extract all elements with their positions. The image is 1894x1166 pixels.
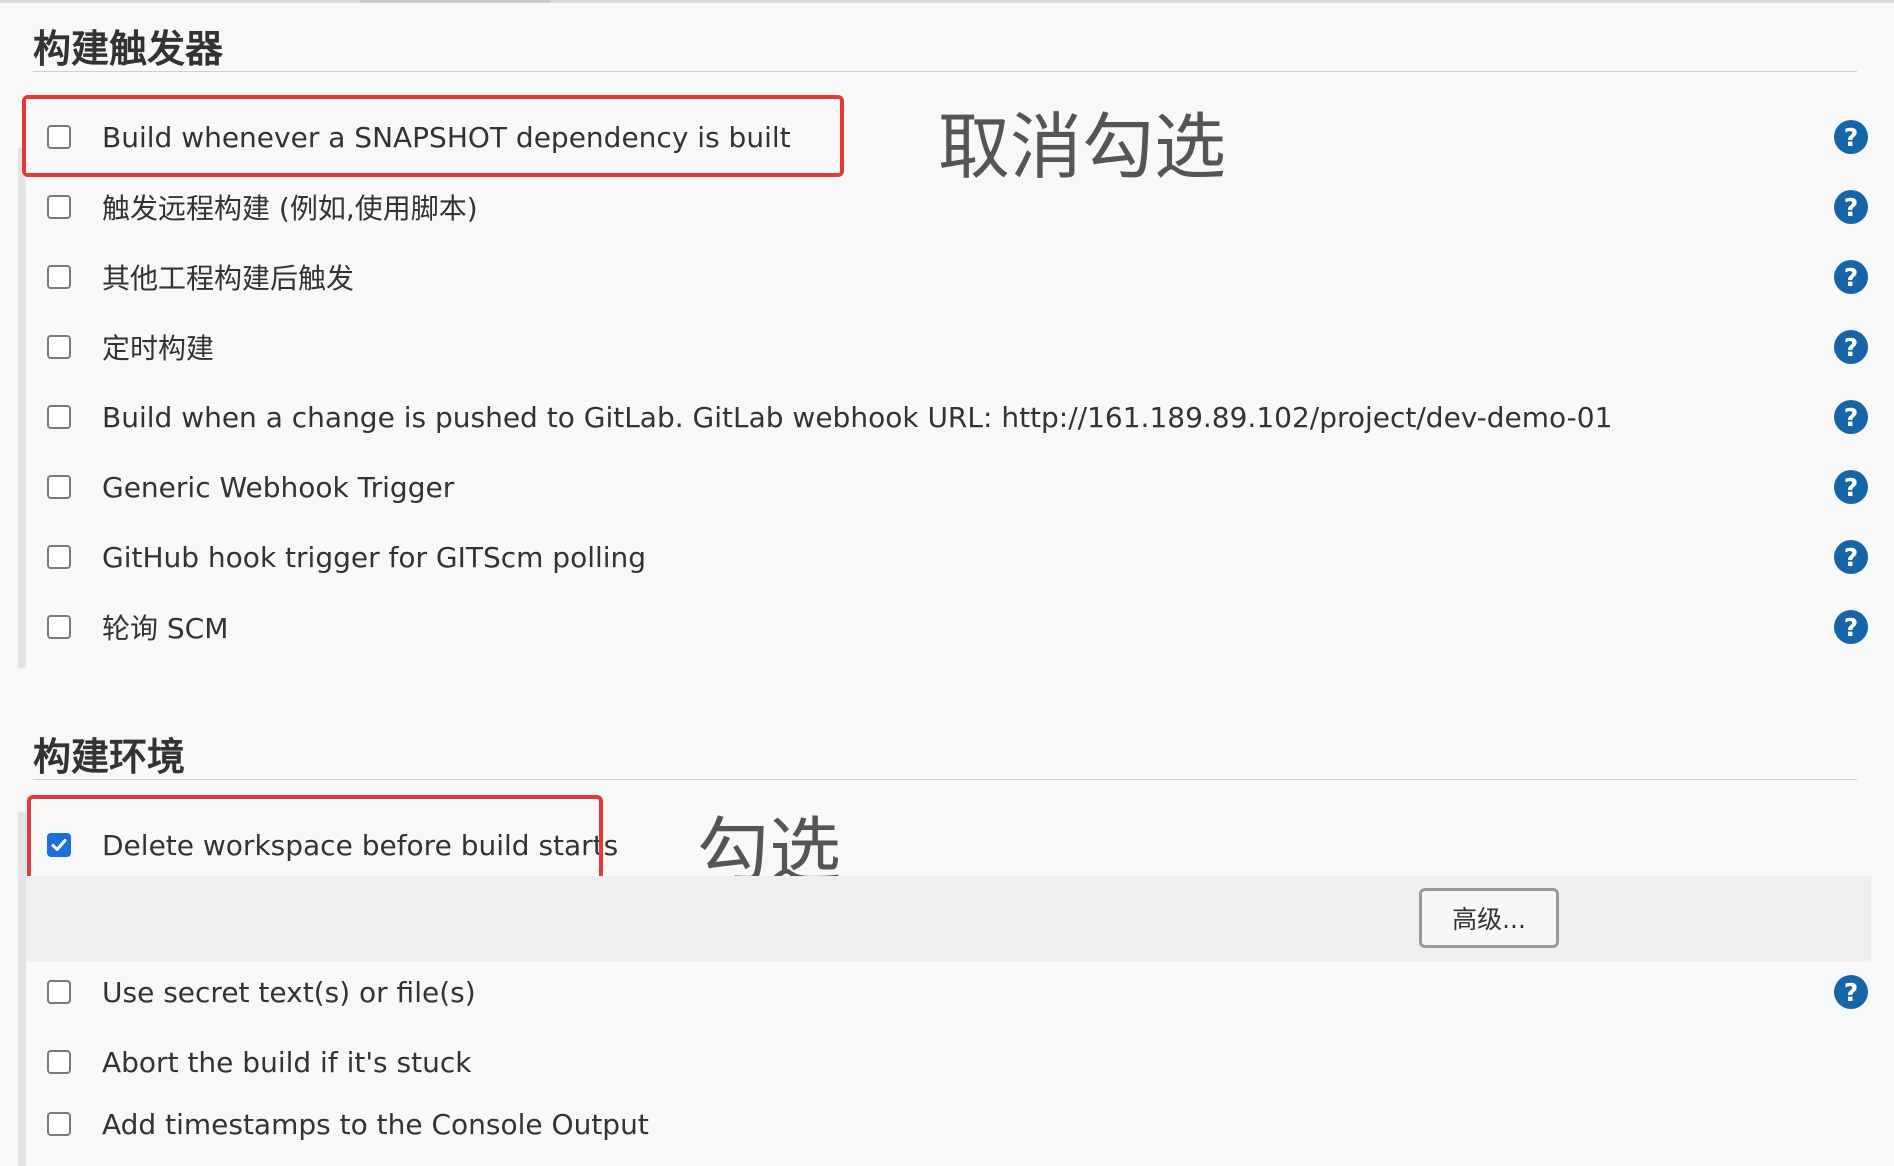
advanced-strip (26, 876, 1871, 962)
svg-text:?: ? (1844, 613, 1859, 642)
checkbox[interactable] (47, 980, 71, 1004)
checkbox[interactable] (47, 405, 71, 429)
section-left-bar (18, 148, 26, 668)
svg-text:?: ? (1844, 473, 1859, 502)
svg-text:?: ? (1844, 193, 1859, 222)
help-icon[interactable]: ? (1834, 470, 1868, 504)
checkbox-label: Build when a change is pushed to GitLab.… (102, 400, 1613, 434)
trigger-github-hook[interactable]: GitHub hook trigger for GITScm polling ? (40, 527, 1880, 587)
checkbox-label: 触发远程构建 (例如,使用脚本) (102, 192, 478, 225)
trigger-after-other-projects[interactable]: 其他工程构建后触发 ? (40, 247, 1880, 307)
checkbox-label: 其他工程构建后触发 (102, 262, 355, 295)
checkbox[interactable] (47, 1050, 71, 1074)
checkbox[interactable] (47, 615, 71, 639)
checkbox-label: GitHub hook trigger for GITScm polling (102, 540, 647, 574)
section-left-bar (18, 812, 26, 1166)
annotation-uncheck: 取消勾选 (938, 105, 1227, 189)
help-icon[interactable]: ? (1834, 540, 1868, 574)
svg-text:?: ? (1844, 543, 1859, 572)
svg-text:?: ? (1844, 263, 1859, 292)
trigger-gitlab-push[interactable]: Build when a change is pushed to GitLab.… (40, 387, 1880, 447)
help-icon[interactable]: ? (1834, 400, 1868, 434)
checkbox[interactable] (47, 195, 71, 219)
checkbox[interactable] (47, 335, 71, 359)
checkbox-label: 定时构建 (102, 332, 215, 365)
trigger-poll-scm[interactable]: 轮询 SCM ? (40, 597, 1880, 657)
checkbox-label: Abort the build if it's stuck (102, 1045, 472, 1079)
top-border (0, 0, 1894, 3)
help-icon[interactable]: ? (1834, 330, 1868, 364)
checkbox-label: Add timestamps to the Console Output (102, 1107, 649, 1141)
advanced-button[interactable]: 高级... (1419, 888, 1559, 948)
section-title-build-triggers: 构建触发器 (33, 27, 224, 71)
help-icon[interactable]: ? (1834, 190, 1868, 224)
help-icon[interactable]: ? (1834, 120, 1868, 154)
env-use-secret[interactable]: Use secret text(s) or file(s) ? (40, 962, 1880, 1022)
env-abort-if-stuck[interactable]: Abort the build if it's stuck (40, 1032, 1880, 1092)
checkbox[interactable] (47, 1112, 71, 1136)
help-icon[interactable]: ? (1834, 260, 1868, 294)
trigger-generic-webhook[interactable]: Generic Webhook Trigger ? (40, 457, 1880, 517)
svg-text:?: ? (1844, 978, 1859, 1007)
checkbox-label: Generic Webhook Trigger (102, 470, 455, 504)
highlight-box-uncheck (22, 95, 844, 177)
checkbox[interactable] (47, 475, 71, 499)
help-icon[interactable]: ? (1834, 975, 1868, 1009)
tab-strip-segment (360, 0, 550, 3)
checkbox[interactable] (47, 545, 71, 569)
checkbox[interactable] (47, 265, 71, 289)
section-title-build-environment: 构建环境 (33, 735, 186, 779)
section-divider (33, 779, 1857, 780)
checkbox-label: 轮询 SCM (102, 612, 229, 645)
svg-text:?: ? (1844, 333, 1859, 362)
svg-text:?: ? (1844, 403, 1859, 432)
env-add-timestamps[interactable]: Add timestamps to the Console Output (40, 1094, 1880, 1154)
help-icon[interactable]: ? (1834, 610, 1868, 644)
section-divider (33, 71, 1857, 72)
checkbox-label: Use secret text(s) or file(s) (102, 975, 476, 1009)
svg-text:?: ? (1844, 123, 1859, 152)
trigger-periodic-build[interactable]: 定时构建 ? (40, 317, 1880, 377)
